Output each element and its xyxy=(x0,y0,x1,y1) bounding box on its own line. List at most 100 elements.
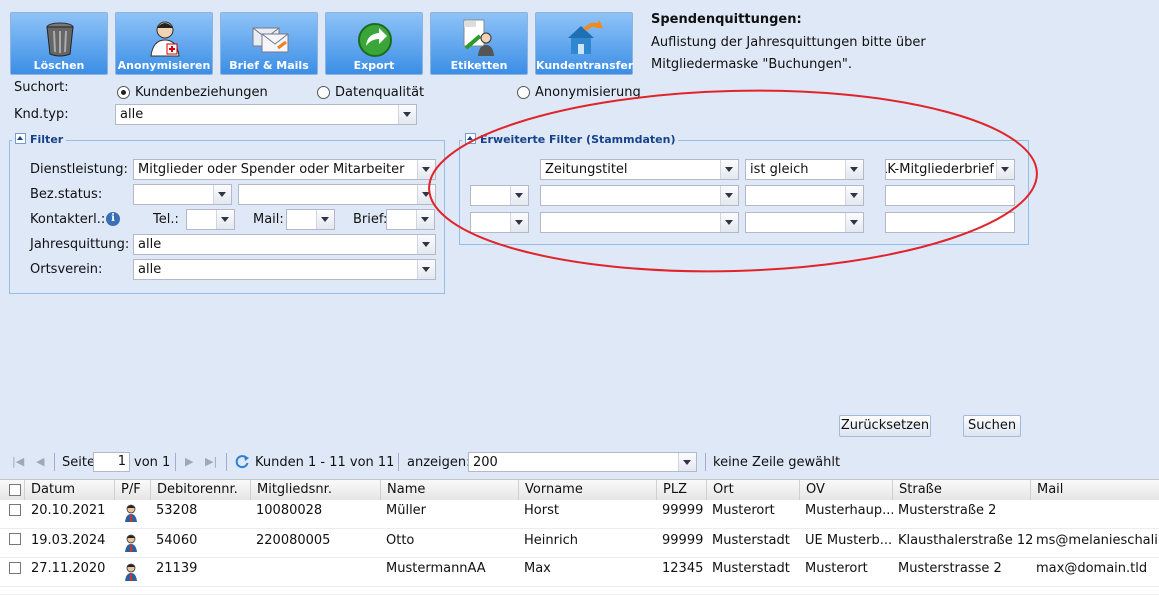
column-header-mail[interactable]: Mail xyxy=(1030,480,1159,500)
cell-city: Musterstadt xyxy=(712,561,790,576)
anonymize-user-icon xyxy=(150,21,180,57)
cell-member: 220080005 xyxy=(256,533,331,548)
annotation-ellipse xyxy=(428,89,1038,273)
info-icon[interactable]: i xyxy=(106,212,120,226)
cell-name: MustermannAA xyxy=(386,561,486,576)
customer-count: Kunden 1 - 11 von 11 xyxy=(255,455,395,470)
export-arrow-icon xyxy=(358,23,392,57)
export-button-label: Export xyxy=(353,59,395,72)
mail-select[interactable] xyxy=(286,209,335,230)
cell-street: Musterstrasse 2 xyxy=(898,561,1002,576)
annual-receipt-value: alle xyxy=(138,237,162,252)
last-page-icon[interactable]: ▶| xyxy=(205,455,217,468)
column-header-branch[interactable]: OV xyxy=(799,480,892,500)
branch-value: alle xyxy=(138,262,162,277)
mail-label: Mail: xyxy=(253,212,284,227)
separator xyxy=(705,453,706,471)
first-page-icon[interactable]: |◀ xyxy=(12,455,24,468)
cell-date: 20.10.2021 xyxy=(31,503,106,518)
trash-icon xyxy=(46,22,74,57)
person-icon xyxy=(125,504,137,522)
cell-city: Musterort xyxy=(712,503,775,518)
cell-branch: Musterort xyxy=(805,561,868,576)
status-select-2[interactable] xyxy=(238,184,436,205)
customer-transfer-button-label: Kundentransfer xyxy=(536,59,634,72)
select-all-checkbox[interactable] xyxy=(9,484,21,496)
chevron-down-icon[interactable] xyxy=(316,210,334,229)
labels-button[interactable]: Etiketten xyxy=(430,12,528,75)
service-value: Mitglieder oder Spender oder Mitarbeiter xyxy=(138,162,405,177)
page-count-label: von 1 xyxy=(134,455,171,470)
table-row[interactable]: 27.11.2020 21139 MustermannAA Max 12345 … xyxy=(0,558,1159,587)
column-header-firstname[interactable]: Vorname xyxy=(518,480,656,500)
table-row[interactable]: 20.10.2021 53208 10080028 Müller Horst 9… xyxy=(0,500,1159,529)
delete-button[interactable]: Löschen xyxy=(10,12,108,75)
column-header-street[interactable]: Straße xyxy=(892,480,1030,500)
page-label: Seite xyxy=(62,455,95,470)
contact-permission-label: Kontakterl.: xyxy=(30,212,106,227)
labels-button-label: Etiketten xyxy=(450,59,508,72)
column-header-debtor[interactable]: Debitorennr. xyxy=(150,480,250,500)
cell-city: Musterstadt xyxy=(712,533,790,548)
radio-data-quality-label[interactable]: Datenqualität xyxy=(335,85,424,100)
cell-date: 19.03.2024 xyxy=(31,533,106,548)
export-button[interactable]: Export xyxy=(325,12,423,75)
reset-button[interactable]: Zurücksetzen xyxy=(839,415,931,437)
separator xyxy=(175,453,176,471)
customer-transfer-button[interactable]: Kundentransfer xyxy=(535,12,633,75)
cell-debtor: 54060 xyxy=(156,533,198,548)
cell-firstname: Max xyxy=(524,561,551,576)
tel-label: Tel.: xyxy=(153,212,179,227)
row-checkbox[interactable] xyxy=(9,562,21,574)
row-checkbox[interactable] xyxy=(9,504,21,516)
branch-label: Ortsverein: xyxy=(30,262,103,277)
status-label: Bez.status: xyxy=(30,187,103,202)
customer-type-select[interactable]: alle xyxy=(115,104,417,125)
service-label: Dienstleistung: xyxy=(30,162,128,177)
cell-street: Klausthalerstraße 12 xyxy=(898,533,1034,548)
chevron-down-icon[interactable] xyxy=(216,210,234,229)
cell-name: Müller xyxy=(386,503,427,518)
table-row[interactable]: 19.03.2024 54060 220080005 Otto Heinrich… xyxy=(0,529,1159,558)
annual-receipt-select[interactable]: alle xyxy=(133,234,436,255)
radio-customer-relations-label[interactable]: Kundenbeziehungen xyxy=(135,85,268,100)
cell-mail: ms@melanieschalin... xyxy=(1036,533,1159,548)
cell-member: 10080028 xyxy=(256,503,323,518)
cell-branch: Musterhaup... xyxy=(805,503,893,518)
page-size-select[interactable]: 200 xyxy=(468,452,697,472)
column-header-member[interactable]: Mitgliedsnr. xyxy=(250,480,380,500)
refresh-icon[interactable] xyxy=(234,453,250,469)
prev-page-icon[interactable]: ◀ xyxy=(36,455,44,468)
column-header-zip[interactable]: PLZ xyxy=(656,480,706,500)
cell-zip: 12345 xyxy=(662,561,704,576)
next-page-icon[interactable]: ▶ xyxy=(185,455,193,468)
separator xyxy=(398,453,399,471)
cell-zip: 99999 xyxy=(662,533,704,548)
info-line-2: Mitgliedermaske "Buchungen". xyxy=(651,57,852,72)
letters-mails-button[interactable]: Brief & Mails xyxy=(220,12,318,75)
cell-street: Musterstraße 2 xyxy=(898,503,997,518)
filter-legend[interactable]: Filter xyxy=(12,133,67,146)
radio-customer-relations[interactable] xyxy=(117,86,130,99)
column-header-pf[interactable]: P/F xyxy=(114,480,150,500)
anonymize-button[interactable]: Anonymisieren xyxy=(115,12,213,75)
chevron-down-icon[interactable] xyxy=(678,453,696,471)
tel-select[interactable] xyxy=(186,209,235,230)
radio-data-quality[interactable] xyxy=(317,86,330,99)
collapse-toggle-icon[interactable] xyxy=(15,133,26,144)
service-select[interactable]: Mitglieder oder Spender oder Mitarbeiter xyxy=(133,159,436,180)
column-header-date[interactable]: Datum xyxy=(24,480,114,500)
page-size-value: 200 xyxy=(473,455,498,470)
chevron-down-icon[interactable] xyxy=(213,185,231,204)
page-input[interactable]: 1 xyxy=(93,452,130,472)
cell-branch: UE Musterb... xyxy=(805,533,893,548)
branch-select[interactable]: alle xyxy=(133,259,436,280)
column-header-name[interactable]: Name xyxy=(380,480,518,500)
chevron-down-icon[interactable] xyxy=(398,105,416,124)
person-icon xyxy=(125,534,137,552)
column-header-city[interactable]: Ort xyxy=(706,480,799,500)
search-button[interactable]: Suchen xyxy=(963,415,1021,437)
status-select-1[interactable] xyxy=(133,184,232,205)
cell-zip: 99999 xyxy=(662,503,704,518)
row-checkbox[interactable] xyxy=(9,533,21,545)
